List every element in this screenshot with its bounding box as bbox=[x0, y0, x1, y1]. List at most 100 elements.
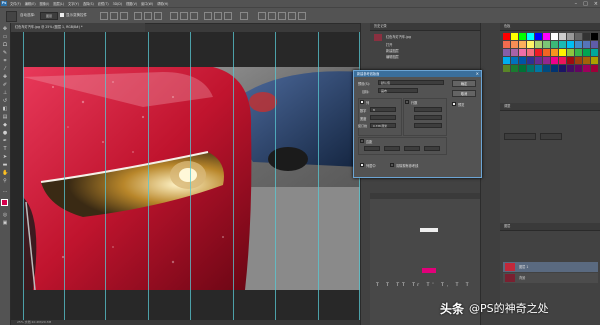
crop-icon[interactable]: ⌗ bbox=[2, 59, 8, 64]
show-transform-checkbox[interactable] bbox=[60, 13, 64, 17]
margin-bottom-input[interactable] bbox=[404, 146, 420, 151]
color-swatch[interactable] bbox=[422, 268, 436, 273]
lasso-icon[interactable]: ᗝ bbox=[2, 43, 8, 48]
swatch[interactable] bbox=[575, 41, 582, 48]
swatch[interactable] bbox=[559, 49, 566, 56]
maximize-icon[interactable]: □ bbox=[583, 1, 588, 7]
swatch[interactable] bbox=[535, 57, 542, 64]
swatch[interactable] bbox=[503, 49, 510, 56]
swatch[interactable] bbox=[511, 57, 518, 64]
eyedropper-icon[interactable]: ⁄ bbox=[2, 67, 8, 72]
3d-slide-icon[interactable] bbox=[298, 12, 306, 20]
swatch[interactable] bbox=[543, 57, 550, 64]
eraser-icon[interactable]: ◧ bbox=[2, 107, 8, 112]
close-icon[interactable]: × bbox=[594, 1, 598, 7]
columns-checkbox[interactable] bbox=[360, 100, 364, 104]
align-top-icon[interactable] bbox=[100, 12, 108, 20]
swatch[interactable] bbox=[535, 49, 542, 56]
guide-line[interactable] bbox=[23, 32, 24, 325]
3d-pan-icon[interactable] bbox=[288, 12, 296, 20]
swatch-grid[interactable] bbox=[503, 33, 599, 93]
3d-rotate-icon[interactable] bbox=[268, 12, 276, 20]
guide-line[interactable] bbox=[233, 32, 234, 325]
distribute-left-icon[interactable] bbox=[204, 12, 212, 20]
swatch[interactable] bbox=[535, 41, 542, 48]
menu-item[interactable]: 窗口(W) bbox=[141, 1, 153, 6]
swatch[interactable] bbox=[535, 33, 542, 40]
swatch[interactable] bbox=[503, 33, 510, 40]
swatch[interactable] bbox=[567, 65, 574, 72]
gutter-input[interactable]: 0.738 厘米 bbox=[370, 123, 396, 128]
guide-line[interactable] bbox=[190, 32, 191, 325]
rows-height-input[interactable] bbox=[414, 115, 442, 120]
swatch[interactable] bbox=[527, 49, 534, 56]
swatch[interactable] bbox=[519, 33, 526, 40]
gradient-icon[interactable]: ▤ bbox=[2, 115, 8, 120]
swatch[interactable] bbox=[543, 33, 550, 40]
swatch[interactable] bbox=[567, 49, 574, 56]
swatch[interactable] bbox=[511, 49, 518, 56]
move-tool-icon[interactable] bbox=[6, 11, 17, 22]
hand-icon[interactable]: ✋ bbox=[2, 171, 8, 176]
swatch[interactable] bbox=[575, 65, 582, 72]
guide-line[interactable] bbox=[318, 32, 319, 325]
foreground-color-swatch[interactable] bbox=[1, 199, 8, 206]
healing-icon[interactable]: ✚ bbox=[2, 75, 8, 80]
history-item[interactable]: 新建图层 bbox=[386, 49, 399, 54]
align-bottom-icon[interactable] bbox=[120, 12, 128, 20]
rows-gutter-input[interactable] bbox=[414, 123, 442, 128]
document-tab[interactable]: 红色车灯汽车.jpg @ 25% (图层 1, RGB/8#) * bbox=[11, 23, 145, 32]
swatch[interactable] bbox=[583, 65, 590, 72]
distribute-top-icon[interactable] bbox=[170, 12, 178, 20]
swatch[interactable] bbox=[527, 57, 534, 64]
swatch[interactable] bbox=[527, 65, 534, 72]
margin-left-input[interactable] bbox=[384, 146, 400, 151]
swatch[interactable] bbox=[511, 41, 518, 48]
swatch[interactable] bbox=[527, 41, 534, 48]
swatch[interactable] bbox=[591, 49, 598, 56]
stamp-icon[interactable]: ⊥ bbox=[2, 91, 8, 96]
menu-item[interactable]: 编辑(E) bbox=[25, 1, 36, 6]
swatch[interactable] bbox=[583, 33, 590, 40]
menu-item[interactable]: 视图(V) bbox=[126, 1, 137, 6]
cancel-button[interactable]: 取消 bbox=[452, 90, 476, 97]
swatch[interactable] bbox=[591, 41, 598, 48]
swatch[interactable] bbox=[591, 33, 598, 40]
swatch[interactable] bbox=[519, 41, 526, 48]
swatch[interactable] bbox=[519, 57, 526, 64]
swatch[interactable] bbox=[575, 57, 582, 64]
align-left-icon[interactable] bbox=[134, 12, 142, 20]
quick-mask-icon[interactable]: ◎ bbox=[2, 213, 8, 218]
swatch[interactable] bbox=[567, 33, 574, 40]
history-item[interactable]: 打开 bbox=[386, 43, 392, 48]
target-dropdown[interactable]: 画布 bbox=[378, 88, 418, 93]
swatch[interactable] bbox=[503, 41, 510, 48]
swatch[interactable] bbox=[575, 33, 582, 40]
guide-line[interactable] bbox=[275, 32, 276, 325]
swatch[interactable] bbox=[583, 57, 590, 64]
swatch[interactable] bbox=[575, 49, 582, 56]
swatch[interactable] bbox=[551, 41, 558, 48]
margin-checkbox[interactable] bbox=[360, 139, 364, 143]
swatch[interactable] bbox=[559, 65, 566, 72]
menu-item[interactable]: 3D(D) bbox=[113, 2, 122, 6]
distribute-center-icon[interactable] bbox=[214, 12, 222, 20]
swatch[interactable] bbox=[583, 49, 590, 56]
margin-right-input[interactable] bbox=[424, 146, 440, 151]
type-style-buttons[interactable]: T T TT Tr T' T, T T bbox=[376, 283, 472, 288]
layers-title[interactable]: 图层 bbox=[500, 223, 600, 231]
center-columns-checkbox[interactable] bbox=[360, 163, 364, 167]
close-icon[interactable]: × bbox=[476, 71, 479, 77]
swatch[interactable] bbox=[543, 65, 550, 72]
swatch[interactable] bbox=[503, 57, 510, 64]
swatch[interactable] bbox=[591, 65, 598, 72]
move-icon[interactable]: ✥ bbox=[2, 27, 8, 32]
adjust-field[interactable] bbox=[504, 133, 536, 140]
zoom-icon[interactable]: ⚲ bbox=[2, 179, 8, 184]
swatch[interactable] bbox=[567, 57, 574, 64]
guide-line[interactable] bbox=[105, 32, 106, 325]
adjust-field[interactable] bbox=[540, 133, 562, 140]
minimize-icon[interactable]: – bbox=[575, 1, 578, 7]
swatch[interactable] bbox=[519, 65, 526, 72]
clear-guides-checkbox[interactable] bbox=[390, 163, 394, 167]
